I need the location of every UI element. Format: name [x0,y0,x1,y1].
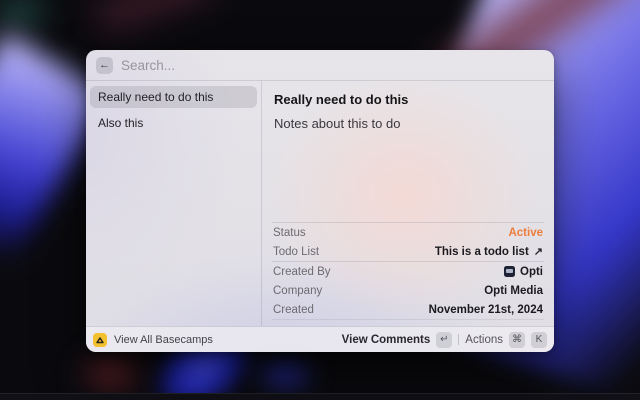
back-button[interactable]: ← [96,57,113,74]
detail-pane: Really need to do this Notes about this … [262,81,554,326]
wallpaper-bottom-blue-glow-2 [250,352,320,397]
back-arrow-icon: ← [99,59,110,71]
view-all-basecamps-button[interactable]: View All Basecamps [114,334,213,346]
basecamp-icon [93,333,107,347]
created-by-value: Opti [504,266,543,278]
list-item-also-this[interactable]: Also this [90,112,257,134]
meta-row-created-by: Created By Opti [262,262,554,281]
meta-row-status: Status Active [262,223,554,242]
footer-bar: View All Basecamps View Comments ↵ Actio… [86,326,554,352]
status-badge: Active [508,227,543,239]
search-bar: ← [86,50,554,81]
main-area: Really need to do this Also this Really … [86,81,554,326]
list-item-really-need-to-do-this[interactable]: Really need to do this [90,86,257,108]
footer-separator [458,334,459,345]
meta-row-todo-list: Todo List This is a todo list ↗ [262,242,554,261]
list-item-label: Also this [98,116,143,130]
actions-button[interactable]: Actions [465,334,503,346]
company-value: Opti Media [484,285,543,297]
wallpaper-floor-strip [0,393,640,400]
meta-label: Created [273,304,314,316]
todo-list-pane: Really need to do this Also this [86,81,262,326]
opti-avatar-icon [504,266,515,277]
detail-notes: Notes about this to do [274,116,542,131]
meta-label: Todo List [273,246,319,258]
detail-body: Really need to do this Notes about this … [262,81,554,222]
todo-list-link[interactable]: This is a todo list ↗ [435,245,543,258]
divider [272,319,544,320]
meta-label: Company [273,285,322,297]
k-key-icon: K [531,332,547,348]
list-item-label: Really need to do this [98,90,213,104]
todo-list-link-label: This is a todo list [435,246,529,258]
meta-row-company: Company Opti Media [262,281,554,300]
arrow-up-right-icon: ↗ [534,245,543,258]
metadata-section: Status Active Todo List This is a todo l… [262,222,554,326]
footer-actions: View Comments ↵ Actions ⌘ K [342,332,547,348]
wallpaper-bottom-red-glow [74,345,149,400]
view-comments-button[interactable]: View Comments [342,334,431,346]
created-by-name: Opti [520,266,543,278]
return-key-icon: ↵ [436,332,452,348]
command-palette-window: ← Really need to do this Also this Reall… [86,50,554,352]
meta-row-created: Created November 21st, 2024 [262,300,554,319]
wallpaper-top-maroon-streak [93,0,217,35]
command-key-icon: ⌘ [509,332,525,348]
created-date-value: November 21st, 2024 [429,304,543,316]
mountain-glyph [95,335,105,345]
detail-title: Really need to do this [274,92,542,107]
meta-label: Created By [273,266,331,278]
meta-label: Status [273,227,306,239]
search-input[interactable] [121,58,544,73]
